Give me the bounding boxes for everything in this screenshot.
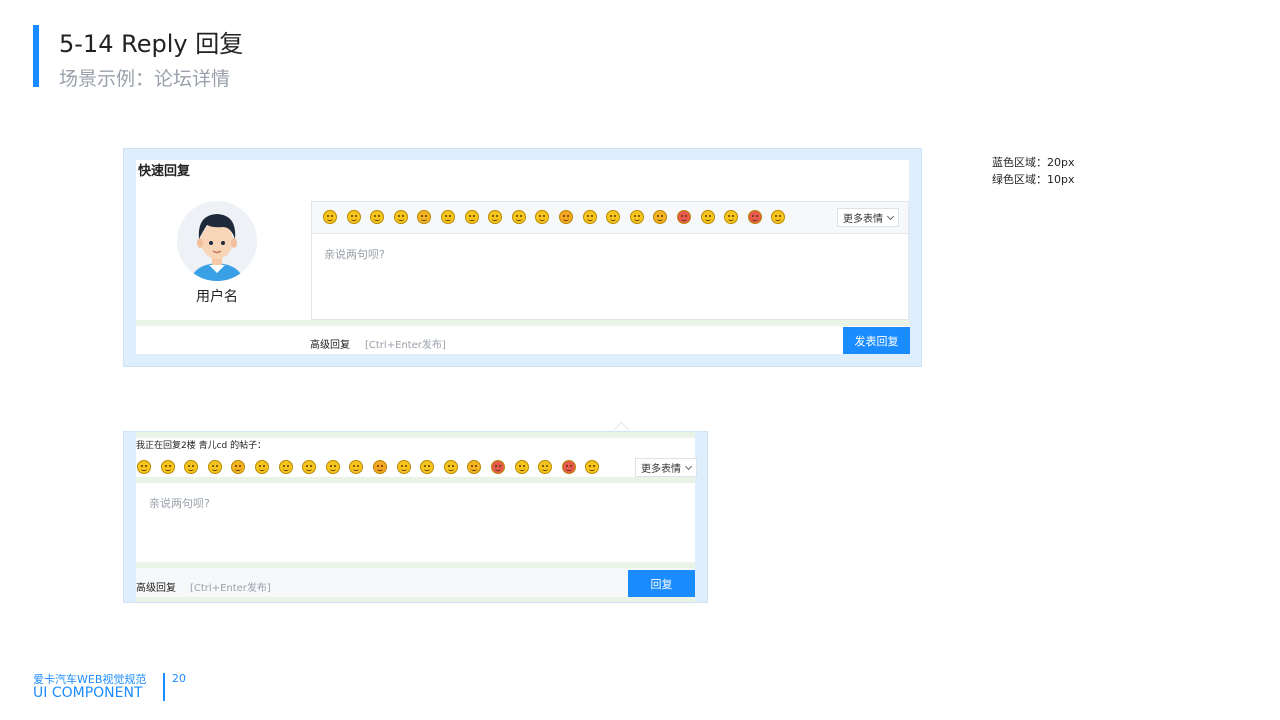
page-number: 20 xyxy=(172,672,186,685)
shortcut-hint: [Ctrl+Enter发布] xyxy=(365,340,446,351)
blue-area-left xyxy=(124,149,136,366)
green-area-bottom xyxy=(124,597,707,602)
blue-area-top xyxy=(124,149,921,160)
emoji-icon[interactable] xyxy=(511,210,526,224)
emoji-icon[interactable] xyxy=(393,210,408,224)
blue-area-left xyxy=(124,432,136,602)
emoji-icon[interactable] xyxy=(137,460,151,474)
emoji-icon[interactable] xyxy=(771,210,786,224)
advanced-reply-link[interactable]: 高级回复 xyxy=(310,336,350,351)
emoji-icon[interactable] xyxy=(417,210,432,224)
emoji-icon[interactable] xyxy=(535,210,550,224)
quick-reply-title: 快速回复 xyxy=(138,164,191,179)
emoji-icon[interactable] xyxy=(160,460,175,474)
emoji-icon[interactable] xyxy=(629,210,644,224)
emoji-icon[interactable] xyxy=(420,460,435,474)
emoji-icon[interactable] xyxy=(558,210,573,224)
emoji-icon[interactable] xyxy=(396,460,411,474)
avatar[interactable] xyxy=(177,201,257,281)
chevron-down-icon xyxy=(684,462,693,470)
emoji-icon[interactable] xyxy=(700,210,715,224)
emoji-list xyxy=(137,460,600,474)
emoji-icon[interactable] xyxy=(585,460,600,474)
emoji-icon[interactable] xyxy=(747,210,762,224)
user-avatar-icon xyxy=(177,201,257,281)
legend-blue-area: 蓝色区域：20px xyxy=(992,156,1075,169)
emoji-icon[interactable] xyxy=(653,210,668,224)
accent-bar xyxy=(33,25,39,87)
emoji-icon[interactable] xyxy=(254,460,269,474)
emoji-list xyxy=(323,210,786,224)
emoji-icon[interactable] xyxy=(676,210,691,224)
page-title: 5-14 Reply 回复 xyxy=(59,30,244,58)
emoji-icon[interactable] xyxy=(346,210,361,224)
advanced-reply-link[interactable]: 高级回复 xyxy=(136,579,176,594)
emoji-icon[interactable] xyxy=(372,460,387,474)
blue-area-bottom xyxy=(124,354,921,366)
emoji-icon[interactable] xyxy=(724,210,739,224)
emoji-icon[interactable] xyxy=(231,460,246,474)
username: 用户名 xyxy=(196,289,238,305)
emoji-icon[interactable] xyxy=(467,460,482,474)
green-area-middle xyxy=(124,477,707,483)
chevron-down-icon xyxy=(886,212,895,220)
emoji-icon[interactable] xyxy=(323,210,337,224)
replying-to-label: 我正在回复2楼 青儿cd 的帖子： xyxy=(136,441,267,451)
emoji-icon[interactable] xyxy=(488,210,503,224)
green-area-divider xyxy=(136,320,909,326)
emoji-icon[interactable] xyxy=(514,460,529,474)
emoji-icon[interactable] xyxy=(606,210,621,224)
more-emoji-button[interactable]: 更多表情 xyxy=(837,208,899,227)
emoji-icon[interactable] xyxy=(184,460,199,474)
emoji-icon[interactable] xyxy=(370,210,385,224)
reply-textarea-placeholder[interactable]: 亲说两句呗? xyxy=(149,495,210,511)
more-emoji-label: 更多表情 xyxy=(641,464,681,475)
emoji-icon[interactable] xyxy=(490,460,505,474)
emoji-icon[interactable] xyxy=(464,210,479,224)
reply-button[interactable]: 回复 xyxy=(628,570,695,597)
emoji-icon[interactable] xyxy=(278,460,293,474)
emoji-icon[interactable] xyxy=(325,460,340,474)
page-subtitle: 场景示例：论坛详情 xyxy=(59,68,231,90)
footer-divider xyxy=(163,673,165,701)
emoji-icon[interactable] xyxy=(538,460,553,474)
reply-textarea-placeholder[interactable]: 亲说两句呗? xyxy=(324,246,385,262)
emoji-icon[interactable] xyxy=(440,210,455,224)
emoji-icon[interactable] xyxy=(207,460,222,474)
shortcut-hint: [Ctrl+Enter发布] xyxy=(190,583,271,594)
footer-brand-en: UI COMPONENT xyxy=(33,685,143,701)
emoji-icon[interactable] xyxy=(302,460,317,474)
emoji-icon[interactable] xyxy=(582,210,597,224)
legend-green-area: 绿色区域：10px xyxy=(992,173,1075,186)
submit-reply-button[interactable]: 发表回复 xyxy=(843,327,910,354)
emoji-icon[interactable] xyxy=(349,460,364,474)
more-emoji-label: 更多表情 xyxy=(843,214,883,225)
emoji-icon[interactable] xyxy=(443,460,458,474)
emoji-icon[interactable] xyxy=(561,460,576,474)
more-emoji-button[interactable]: 更多表情 xyxy=(635,458,697,477)
blue-area-right xyxy=(909,149,921,366)
